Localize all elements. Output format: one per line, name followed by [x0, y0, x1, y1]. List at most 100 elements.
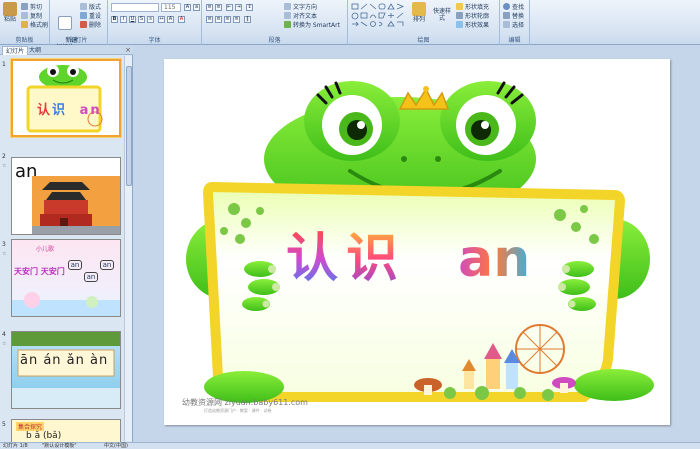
animation-star-icon: ☆ — [2, 341, 7, 347]
format-painter-button[interactable]: 格式刷 — [21, 20, 48, 29]
paint-bucket-icon — [456, 3, 463, 10]
increase-indent-icon[interactable]: ⇥ — [235, 4, 242, 11]
slide-thumbnail-2[interactable]: an — [11, 157, 121, 235]
smartart-icon — [284, 21, 291, 28]
language: 中文(中国) — [104, 443, 128, 449]
slide-count: 幻灯片 1/8 — [3, 443, 28, 449]
delete-button[interactable]: 删除 — [80, 20, 101, 29]
thumb-5-title: b ǎ (bǎ) — [26, 431, 62, 441]
slide-thumbnail-3[interactable]: 小儿歌 天安门 天安门 an an an — [11, 239, 121, 317]
change-case-icon[interactable]: A — [167, 16, 174, 23]
shape-fill-button[interactable]: 形状填充 — [456, 2, 489, 11]
tab-slides[interactable]: 幻灯片 — [2, 46, 29, 55]
text-direction-button[interactable]: 文字方向 — [284, 2, 317, 11]
effects-icon — [456, 21, 463, 28]
slides-label: 幻灯片 — [69, 37, 88, 44]
drawing-group: 排列 快速样式 形状填充 形状轮廓 形状效果 绘图 — [348, 0, 500, 45]
underline-icon[interactable]: U — [129, 16, 136, 23]
close-icon[interactable]: × — [125, 46, 131, 54]
strikethrough-icon[interactable]: S — [138, 16, 145, 23]
columns-icon[interactable]: ‖ — [244, 16, 251, 23]
slide-thumbnail-5[interactable]: 集合探究 b ǎ (bǎ) — [11, 419, 121, 442]
text-direction-icon — [284, 3, 291, 10]
reset-icon — [80, 12, 87, 19]
align-left-icon[interactable]: ≡ — [206, 16, 213, 23]
cut-button[interactable]: 剪切 — [21, 2, 42, 11]
scrollbar-thumb[interactable] — [126, 66, 132, 186]
panel-scrollbar[interactable] — [124, 56, 132, 441]
shape-effects-button[interactable]: 形状效果 — [456, 20, 489, 29]
delete-icon — [80, 21, 87, 28]
copy-icon — [21, 12, 28, 19]
slide-thumbnail-1[interactable]: 认识 an — [11, 59, 121, 137]
editing-label: 编辑 — [508, 37, 521, 44]
decrease-indent-icon[interactable]: ⇤ — [226, 4, 233, 11]
layout-icon — [80, 3, 87, 10]
animation-star-icon: ☆ — [2, 251, 7, 257]
tiananmen-image — [32, 176, 120, 234]
paste-icon — [3, 2, 17, 16]
font-name-input[interactable] — [111, 3, 159, 12]
slides-group: 新建 幻灯片 版式 重设 删除 幻灯片 — [50, 0, 108, 51]
clipboard-label: 剪贴板 — [15, 37, 34, 44]
clipboard-group: 粘贴 剪切 复制 格式刷 剪贴板 — [0, 0, 50, 45]
shadow-icon[interactable]: s — [147, 16, 154, 23]
slide-number: 3 — [2, 241, 6, 248]
grow-font-icon[interactable]: A — [184, 4, 191, 11]
char-spacing-icon[interactable]: ↔ — [158, 16, 165, 23]
tab-outline[interactable]: 大纲 — [26, 46, 44, 55]
italic-icon[interactable]: I — [120, 16, 127, 23]
select-button[interactable]: 选择 — [503, 20, 524, 29]
shrink-font-icon[interactable]: a — [193, 4, 200, 11]
scissors-icon — [21, 3, 28, 10]
shape-outline-button[interactable]: 形状轮廓 — [456, 11, 489, 20]
theme-name: "默认设计模板" — [42, 443, 77, 449]
ribbon: 粘贴 剪切 复制 格式刷 剪贴板 新建 幻灯片 版式 重设 删除 幻灯片 115… — [0, 0, 700, 51]
quick-styles-button[interactable]: 快速样式 — [431, 8, 453, 22]
numbering-icon[interactable]: ≡ — [215, 4, 222, 11]
find-button[interactable]: 查找 — [503, 2, 524, 11]
thumb-3-decor — [12, 292, 120, 316]
slides-panel: 幻灯片 大纲 × 1 认识 an 2 ☆ an 3 ☆ 小儿歌 天安门 天安门 … — [0, 45, 133, 442]
thumb-5-subtitle: 集合探究 — [16, 422, 45, 431]
thumb-4-title: ān án ǎn àn — [20, 353, 109, 368]
slide-title[interactable]: 认识 an — [286, 229, 530, 289]
paragraph-label: 段落 — [268, 37, 281, 44]
binoculars-icon — [503, 3, 510, 10]
slide-thumbnail-4[interactable]: ān án ǎn àn — [11, 331, 121, 409]
thumb-1-graphic — [26, 65, 103, 133]
align-text-button[interactable]: 对齐文本 — [284, 11, 317, 20]
arrange-button[interactable]: 排列 — [411, 2, 427, 23]
line-spacing-icon[interactable]: ↕ — [246, 4, 253, 11]
slide-editor: 认识 an 幼教资源网 ziyuan.baby611.com 打造幼教资源门户 … — [134, 45, 700, 442]
title-pinyin: an — [458, 229, 531, 289]
cursor-icon — [503, 21, 510, 28]
replace-button[interactable]: 替换 — [503, 11, 524, 20]
reset-button[interactable]: 重设 — [80, 11, 101, 20]
font-size-input[interactable]: 115 — [161, 3, 181, 12]
bold-icon[interactable]: B — [111, 16, 118, 23]
align-center-icon[interactable]: ≡ — [215, 16, 222, 23]
arrange-icon — [412, 2, 426, 16]
font-color-icon[interactable]: A — [178, 16, 185, 23]
new-slide-icon — [58, 16, 72, 30]
current-slide[interactable]: 认识 an 幼教资源网 ziyuan.baby611.com 打造幼教资源门户 … — [164, 59, 670, 425]
smartart-button[interactable]: 转换为 SmartArt — [284, 20, 340, 29]
title-char-2: 识 — [346, 229, 399, 289]
paste-button[interactable]: 粘贴 — [2, 2, 18, 23]
thumb-4-decor — [12, 332, 120, 408]
slide-number: 1 — [2, 61, 6, 68]
status-bar: 幻灯片 1/8 "默认设计模板" 中文(中国) — [0, 442, 700, 449]
pen-icon — [456, 12, 463, 19]
brush-icon — [21, 21, 28, 28]
bullets-icon[interactable]: ≡ — [206, 4, 213, 11]
justify-icon[interactable]: ≡ — [233, 16, 240, 23]
shapes-gallery[interactable] — [350, 2, 406, 28]
font-group: 115 A a B I U S s ↔ A A 字体 — [108, 0, 202, 45]
copy-button[interactable]: 复制 — [21, 11, 42, 20]
watermark: 幼教资源网 ziyuan.baby611.com — [182, 398, 308, 407]
thumb-1-title: 认识 an — [37, 103, 102, 118]
align-right-icon[interactable]: ≡ — [224, 16, 231, 23]
title-char-1: 认 — [286, 229, 339, 289]
layout-button[interactable]: 版式 — [80, 2, 101, 11]
